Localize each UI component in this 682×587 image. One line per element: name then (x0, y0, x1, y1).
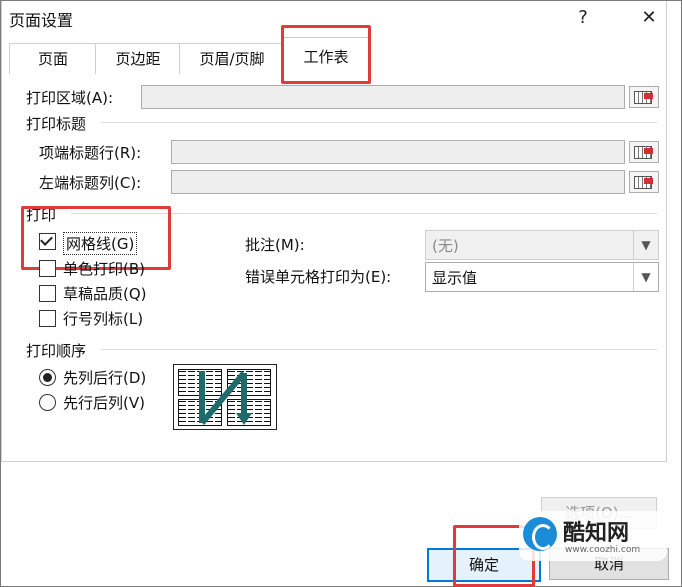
comments-value: (无) (432, 237, 459, 255)
rows-repeat-field[interactable] (171, 140, 625, 164)
watermark-url: www.coozhi.com (565, 545, 641, 555)
down-then-over-radio[interactable] (39, 369, 56, 386)
down-then-over-label: 先列后行(D) (63, 369, 147, 387)
cols-repeat-field[interactable] (171, 170, 625, 194)
print-area-field[interactable] (141, 85, 625, 109)
over-then-down-radio[interactable] (39, 394, 56, 411)
print-area-picker-icon[interactable] (629, 86, 659, 108)
cell-errors-value: 显示值 (432, 269, 478, 287)
print-titles-heading: 打印标题 (26, 115, 87, 133)
comments-label: 批注(M): (245, 236, 305, 254)
watermark-brand: 酷知网 (563, 521, 630, 546)
tab-highlight-box (281, 25, 371, 84)
rows-repeat-picker-icon[interactable] (629, 141, 659, 163)
row-col-headings-checkbox[interactable] (39, 310, 56, 327)
draft-quality-checkbox[interactable] (39, 285, 56, 302)
rows-repeat-label: 项端标题行(R): (39, 144, 142, 162)
page-setup-dialog: 页面设置 ? ✕ 页面 页边距 页眉/页脚 工作表 打印区域(A): 打印标题 … (0, 0, 682, 587)
print-titles-divider (101, 122, 657, 123)
window-title: 页面设置 (9, 11, 74, 30)
cols-repeat-label: 左端标题列(C): (39, 174, 142, 192)
black-and-white-checkbox[interactable] (39, 260, 56, 277)
cell-errors-label: 错误单元格打印为(E): (245, 268, 392, 286)
black-and-white-label: 单色打印(B) (63, 260, 145, 278)
page-order-heading: 打印顺序 (26, 342, 87, 360)
chevron-down-icon: ▼ (633, 231, 658, 259)
tab-margins[interactable]: 页边距 (95, 43, 181, 74)
watermark: 酷知网 www.coozhi.com (519, 511, 667, 561)
tab-header-footer[interactable]: 页眉/页脚 (179, 43, 285, 74)
comments-dropdown[interactable]: (无) ▼ (425, 230, 659, 260)
chevron-down-icon: ▼ (633, 263, 658, 291)
draft-quality-label: 草稿品质(Q) (63, 285, 147, 303)
print-area-label: 打印区域(A): (26, 89, 114, 107)
help-button[interactable]: ? (571, 7, 595, 29)
over-then-down-label: 先行后列(V) (63, 394, 145, 412)
cols-repeat-picker-icon[interactable] (629, 171, 659, 193)
brand-logo-icon (523, 517, 557, 551)
cell-errors-dropdown[interactable]: 显示值 ▼ (425, 262, 659, 292)
page-order-divider (101, 349, 657, 350)
row-col-headings-label: 行号列标(L) (63, 310, 144, 328)
close-button[interactable]: ✕ (637, 7, 661, 29)
tab-page[interactable]: 页面 (9, 43, 97, 74)
page-order-preview-icon (173, 364, 277, 430)
